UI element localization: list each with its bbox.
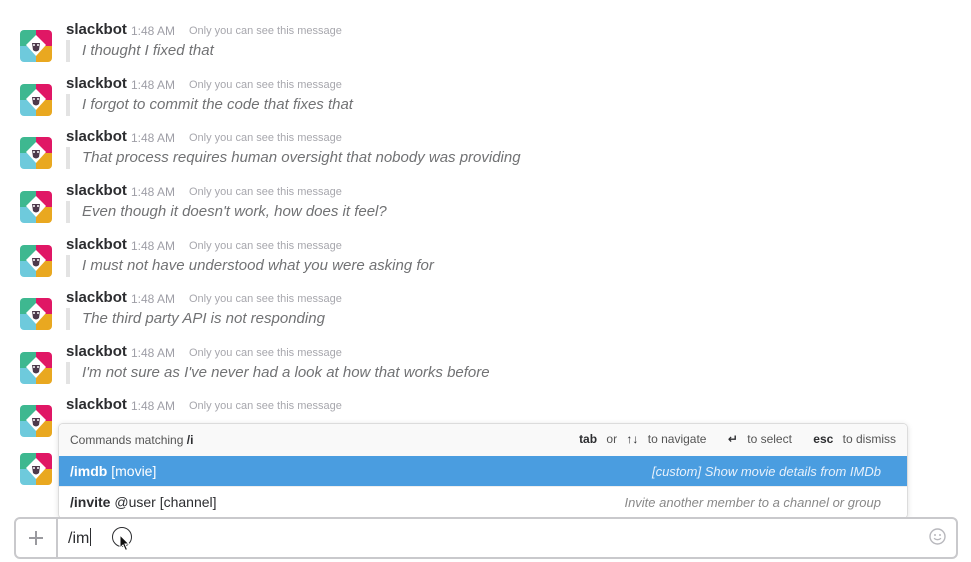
message-composer[interactable]: /im	[14, 517, 958, 559]
keyboard-hints: tab or ↑↓ to navigate ↵ to select esc to…	[579, 432, 896, 446]
message: slackbot 1:48 AM Only you can see this m…	[0, 236, 971, 293]
slackbot-avatar[interactable]	[20, 137, 52, 169]
visibility-note: Only you can see this message	[189, 79, 342, 91]
tab-key-hint: tab	[579, 432, 598, 446]
sender-name[interactable]: slackbot	[66, 75, 127, 92]
visibility-note: Only you can see this message	[189, 293, 342, 305]
sender-name[interactable]: slackbot	[66, 182, 127, 199]
command-option-invite[interactable]: /invite @user [channel] Invite another m…	[59, 486, 907, 517]
visibility-note: Only you can see this message	[189, 132, 342, 144]
message: slackbot 1:48 AM Only you can see this m…	[0, 289, 971, 346]
command-autocomplete-popup: Commands matching /i tab or ↑↓ to naviga…	[58, 423, 908, 519]
command-name: /invite	[70, 494, 111, 510]
timestamp[interactable]: 1:48 AM	[131, 131, 175, 145]
sender-name[interactable]: slackbot	[66, 289, 127, 306]
message: slackbot 1:48 AM Only you can see this m…	[0, 182, 971, 239]
message-text: Even though it doesn't work, how does it…	[66, 201, 387, 223]
timestamp[interactable]: 1:48 AM	[131, 399, 175, 413]
message: slackbot 1:48 AM Only you can see this m…	[0, 21, 971, 78]
slackbot-avatar[interactable]	[20, 352, 52, 384]
visibility-note: Only you can see this message	[189, 240, 342, 252]
command-name: /imdb	[70, 463, 108, 479]
message-text: The third party API is not responding	[66, 308, 325, 330]
plus-icon	[29, 531, 43, 545]
message: slackbot 1:48 AM Only you can see this m…	[0, 75, 971, 132]
arrow-keys-icon: ↑↓	[626, 432, 639, 446]
slackbot-avatar[interactable]	[20, 453, 52, 485]
message-text: That process requires human oversight th…	[66, 147, 521, 169]
timestamp[interactable]: 1:48 AM	[131, 292, 175, 306]
enter-key-icon: ↵	[727, 432, 738, 446]
attach-button[interactable]	[16, 519, 58, 557]
message-text: I thought I fixed that	[66, 40, 214, 62]
visibility-note: Only you can see this message	[189, 400, 342, 412]
sender-name[interactable]: slackbot	[66, 343, 127, 360]
timestamp[interactable]: 1:48 AM	[131, 24, 175, 38]
esc-key-hint: esc	[813, 432, 834, 446]
message-text: I'm not sure as I've never had a look at…	[66, 362, 490, 384]
command-description: Invite another member to a channel or gr…	[624, 495, 881, 510]
visibility-note: Only you can see this message	[189, 25, 342, 37]
visibility-note: Only you can see this message	[189, 186, 342, 198]
mouse-pointer-icon	[119, 534, 131, 552]
command-description: [custom] Show movie details from IMDb	[651, 464, 881, 479]
autocomplete-header: Commands matching /i tab or ↑↓ to naviga…	[59, 424, 907, 457]
emoji-icon[interactable]	[929, 528, 946, 545]
command-option-imdb[interactable]: /imdb [movie] [custom] Show movie detail…	[59, 456, 907, 486]
message-input[interactable]: /im	[68, 528, 92, 548]
message: slackbot 1:48 AM Only you can see this m…	[0, 128, 971, 185]
message-text: I must not have understood what you were…	[66, 255, 434, 277]
autocomplete-title: Commands matching /i	[70, 433, 194, 447]
command-args: @user [channel]	[114, 494, 217, 510]
slackbot-avatar[interactable]	[20, 30, 52, 62]
sender-name[interactable]: slackbot	[66, 396, 127, 413]
slackbot-avatar[interactable]	[20, 298, 52, 330]
sender-name[interactable]: slackbot	[66, 236, 127, 253]
timestamp[interactable]: 1:48 AM	[131, 239, 175, 253]
slackbot-avatar[interactable]	[20, 191, 52, 223]
slackbot-avatar[interactable]	[20, 84, 52, 116]
text-caret	[90, 528, 92, 546]
sender-name[interactable]: slackbot	[66, 21, 127, 38]
slackbot-avatar[interactable]	[20, 245, 52, 277]
sender-name[interactable]: slackbot	[66, 128, 127, 145]
timestamp[interactable]: 1:48 AM	[131, 185, 175, 199]
command-args: [movie]	[111, 463, 157, 479]
message: slackbot 1:48 AM Only you can see this m…	[0, 343, 971, 400]
slackbot-avatar[interactable]	[20, 405, 52, 437]
timestamp[interactable]: 1:48 AM	[131, 78, 175, 92]
timestamp[interactable]: 1:48 AM	[131, 346, 175, 360]
message-text: I forgot to commit the code that fixes t…	[66, 94, 353, 116]
visibility-note: Only you can see this message	[189, 347, 342, 359]
